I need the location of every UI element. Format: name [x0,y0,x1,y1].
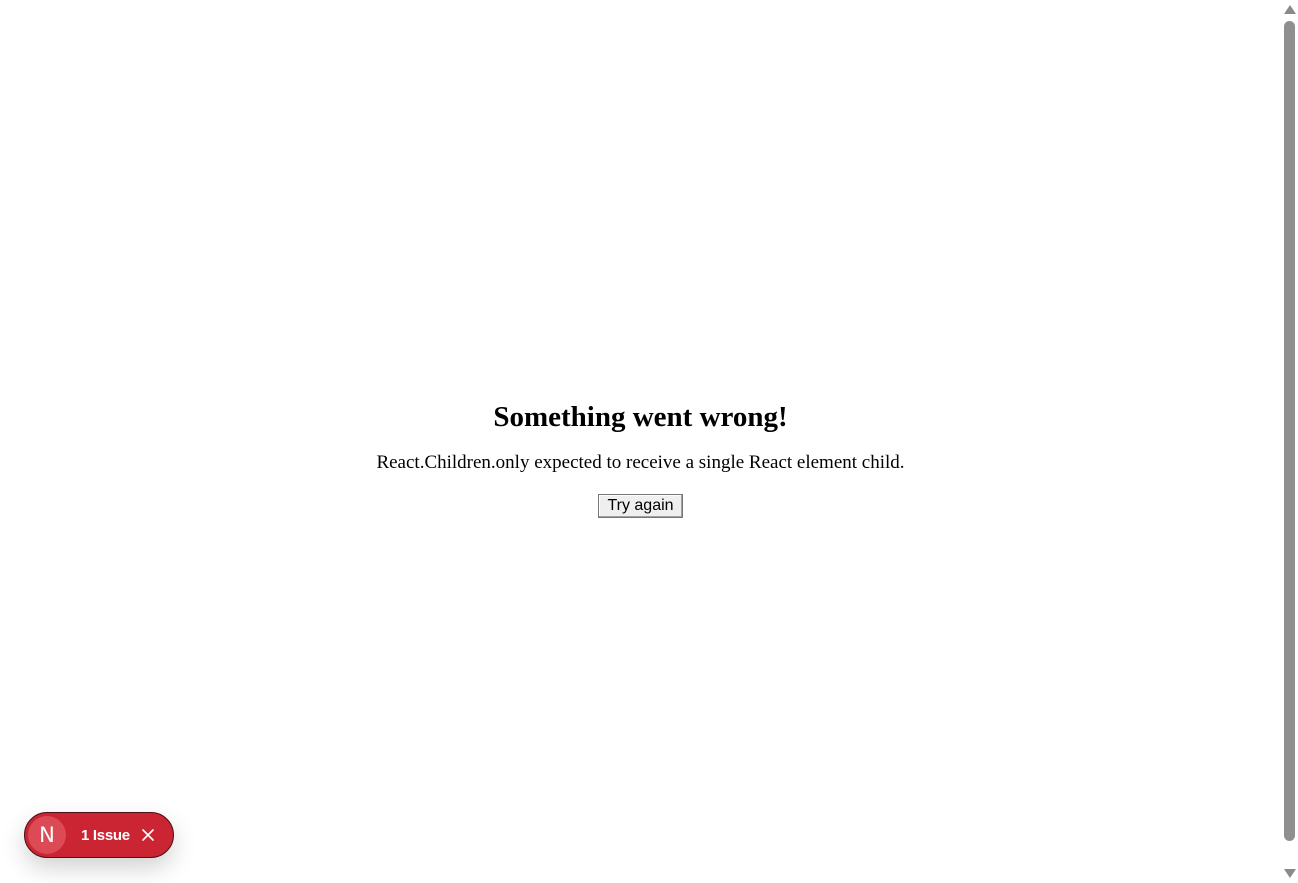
issue-count-label[interactable]: 1 Issue [81,827,130,844]
scroll-down-arrow-icon[interactable] [1284,869,1296,878]
page-content: Something went wrong! React.Children.onl… [0,0,1281,883]
close-icon[interactable] [140,827,156,843]
scroll-thumb[interactable] [1284,21,1295,841]
nextjs-logo-letter: N [39,822,55,847]
error-boundary: Something went wrong! React.Children.onl… [0,398,1281,518]
error-title: Something went wrong! [493,401,788,433]
try-again-button[interactable]: Try again [598,494,683,518]
nextjs-logo-icon[interactable]: N [28,816,66,854]
error-message: React.Children.only expected to receive … [376,452,905,473]
nextjs-issue-badge[interactable]: N 1 Issue [24,812,174,858]
browser-viewport: Something went wrong! React.Children.onl… [0,0,1298,883]
scroll-up-arrow-icon[interactable] [1284,5,1296,14]
vertical-scrollbar[interactable] [1281,0,1298,883]
